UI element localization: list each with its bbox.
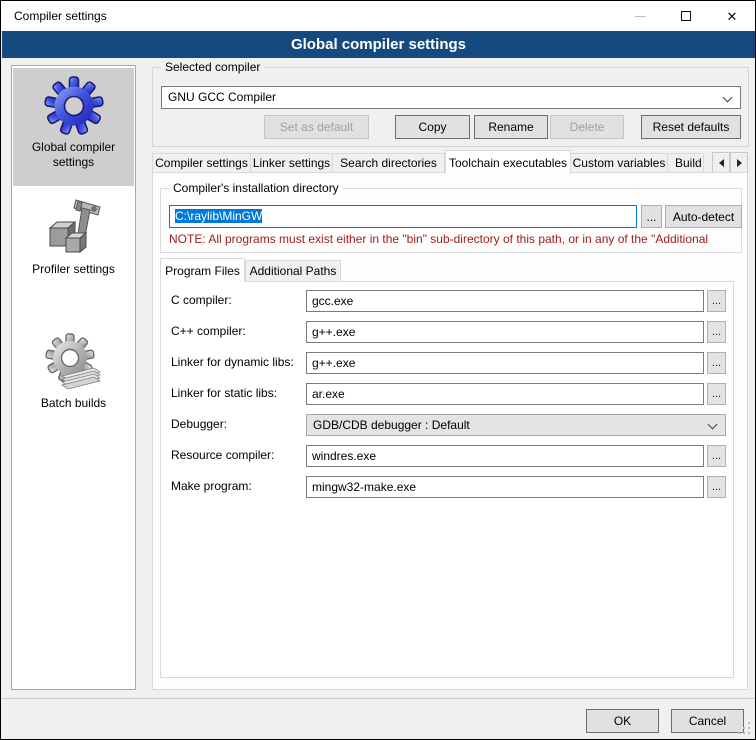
- rename-button[interactable]: Rename: [474, 115, 548, 139]
- arrow-right-icon: [737, 159, 742, 167]
- browse-cpp-compiler-button[interactable]: ...: [707, 321, 726, 343]
- tab-toolchain-executables[interactable]: Toolchain executables: [445, 150, 571, 174]
- minimize-icon: [635, 16, 646, 17]
- sidebar-item-label: Global compiler settings: [13, 140, 134, 170]
- ok-button[interactable]: OK: [586, 709, 659, 733]
- resource-compiler-input[interactable]: windres.exe: [306, 445, 704, 467]
- window-title: Compiler settings: [14, 9, 107, 23]
- browse-linker-static-button[interactable]: ...: [707, 383, 726, 405]
- compiler-select-value: GNU GCC Compiler: [168, 90, 276, 104]
- maximize-icon: [681, 11, 691, 21]
- compiler-settings-dialog: Compiler settings ✕ Global compiler sett…: [0, 0, 756, 740]
- sidebar-item-label: Profiler settings: [13, 262, 134, 277]
- minimize-button[interactable]: [617, 1, 663, 31]
- linker-dynamic-input[interactable]: g++.exe: [306, 352, 704, 374]
- page-title: Global compiler settings: [2, 31, 755, 58]
- c-compiler-input[interactable]: gcc.exe: [306, 290, 704, 312]
- reset-defaults-button[interactable]: Reset defaults: [641, 115, 741, 139]
- chevron-down-icon: [708, 420, 718, 430]
- subtab-additional-paths[interactable]: Additional Paths: [245, 260, 341, 282]
- browse-linker-dynamic-button[interactable]: ...: [707, 352, 726, 374]
- installation-directory-input[interactable]: C:\raylib\MinGW: [169, 205, 637, 228]
- copy-button[interactable]: Copy: [395, 115, 470, 139]
- gray-gear-stack-icon: [42, 330, 106, 394]
- close-icon: ✕: [727, 10, 738, 23]
- settings-category-list: Global compiler settings: [11, 65, 136, 690]
- field-label-cpp-compiler: C++ compiler:: [171, 324, 246, 338]
- installation-directory-legend: Compiler's installation directory: [169, 181, 343, 195]
- sidebar-item-batch-builds[interactable]: Batch builds: [13, 328, 134, 424]
- tab-custom-variables[interactable]: Custom variables: [571, 153, 668, 173]
- chevron-down-icon: [723, 93, 733, 103]
- set-as-default-button[interactable]: Set as default: [264, 115, 369, 139]
- browse-c-compiler-button[interactable]: ...: [707, 290, 726, 312]
- tab-linker-settings[interactable]: Linker settings: [251, 153, 333, 173]
- blue-gear-icon: [42, 74, 106, 138]
- auto-detect-button[interactable]: Auto-detect: [665, 205, 742, 228]
- delete-button[interactable]: Delete: [550, 115, 624, 139]
- debugger-select[interactable]: GDB/CDB debugger : Default: [306, 414, 726, 436]
- selected-compiler-legend: Selected compiler: [161, 60, 264, 74]
- sidebar-item-profiler-settings[interactable]: Profiler settings: [13, 194, 134, 300]
- arrow-left-icon: [719, 159, 724, 167]
- compiler-select[interactable]: GNU GCC Compiler: [161, 86, 741, 109]
- maximize-button[interactable]: [663, 1, 709, 31]
- close-button[interactable]: ✕: [709, 1, 755, 31]
- caliper-icon: [42, 196, 106, 260]
- debugger-select-value: GDB/CDB debugger : Default: [313, 418, 470, 432]
- make-program-input[interactable]: mingw32-make.exe: [306, 476, 704, 498]
- tab-build-options[interactable]: Build options: [668, 153, 704, 173]
- field-label-c-compiler: C compiler:: [171, 293, 232, 307]
- sidebar-item-label: Batch builds: [13, 396, 134, 411]
- tab-scroll-left-button[interactable]: [712, 152, 730, 173]
- field-label-debugger: Debugger:: [171, 417, 227, 431]
- selected-path-text: C:\raylib\MinGW: [175, 209, 262, 223]
- tab-scroll-right-button[interactable]: [730, 152, 748, 173]
- field-label-resource-compiler: Resource compiler:: [171, 448, 274, 462]
- browse-make-program-button[interactable]: ...: [707, 476, 726, 498]
- tab-search-directories[interactable]: Search directories: [333, 153, 445, 173]
- field-label-make-program: Make program:: [171, 479, 252, 493]
- note-text: NOTE: All programs must exist either in …: [169, 232, 735, 246]
- linker-static-input[interactable]: ar.exe: [306, 383, 704, 405]
- cpp-compiler-input[interactable]: g++.exe: [306, 321, 704, 343]
- sidebar-item-global-compiler-settings[interactable]: Global compiler settings: [13, 68, 134, 186]
- field-label-linker-static: Linker for static libs:: [171, 386, 277, 400]
- field-label-linker-dynamic: Linker for dynamic libs:: [171, 355, 294, 369]
- resize-grip[interactable]: [748, 732, 750, 734]
- titlebar[interactable]: Compiler settings ✕: [1, 1, 755, 31]
- browse-resource-compiler-button[interactable]: ...: [707, 445, 726, 467]
- footer-divider: [1, 698, 756, 699]
- tab-compiler-settings[interactable]: Compiler settings: [152, 153, 251, 173]
- browse-directory-button[interactable]: ...: [641, 205, 662, 228]
- subtab-program-files[interactable]: Program Files: [160, 258, 245, 282]
- cancel-button[interactable]: Cancel: [671, 709, 744, 733]
